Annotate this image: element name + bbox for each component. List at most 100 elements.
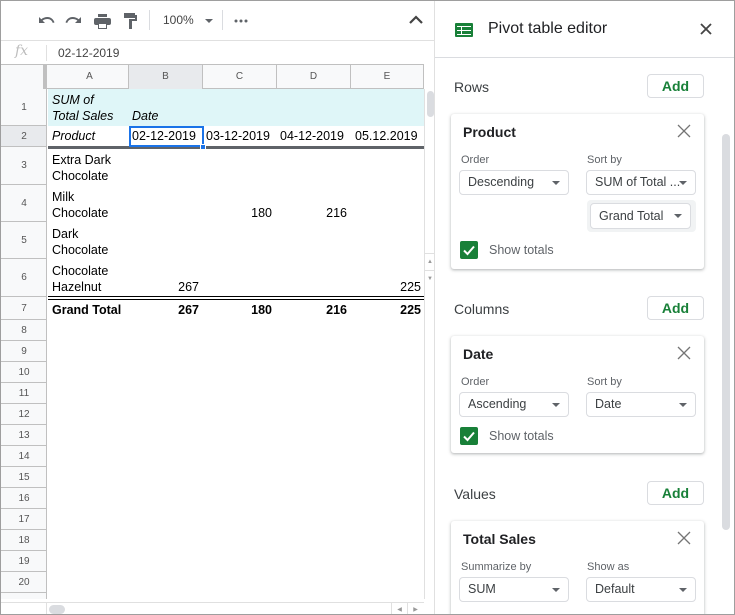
window: 100% fx A B C D E 1 2 3 4 (0, 0, 735, 615)
print-icon (93, 13, 111, 29)
row-header[interactable]: 2 (1, 126, 46, 147)
row-header[interactable]: 13 (1, 425, 46, 446)
scroll-right-arrow-icon[interactable]: ▶ (407, 603, 423, 614)
cell-b7[interactable]: 267 (132, 302, 199, 318)
cell-e6[interactable]: 225 (355, 279, 421, 295)
cell-a2[interactable]: Product (52, 128, 95, 144)
row-header[interactable]: 9 (1, 341, 46, 362)
summarize-value: SUM (468, 582, 496, 596)
order-label: Order (461, 154, 490, 166)
grid-vertical-scrollbar[interactable]: ▲ ▼ (424, 89, 435, 599)
cell-a3[interactable]: Extra Dark Chocolate (52, 152, 111, 184)
cell-b1[interactable]: Date (132, 108, 158, 124)
collapse-toolbar-button[interactable] (409, 11, 425, 27)
column-show-totals-checkbox[interactable] (460, 427, 478, 445)
cell-d7[interactable]: 216 (280, 302, 347, 318)
print-button[interactable] (91, 10, 113, 32)
cell-d4[interactable]: 216 (280, 205, 347, 221)
panel-scrollbar-thumb[interactable] (722, 134, 730, 530)
undo-button[interactable] (35, 10, 57, 32)
row-sortby-value: SUM of Total ... (595, 175, 681, 189)
summarize-label: Summarize by (461, 561, 532, 573)
close-icon (677, 346, 691, 360)
add-value-button[interactable]: Add (647, 481, 704, 505)
formula-input[interactable] (58, 45, 424, 61)
row-subsort-select[interactable]: Grand Total (590, 203, 691, 229)
close-panel-button[interactable] (699, 22, 715, 38)
row-header[interactable]: 15 (1, 467, 46, 488)
column-header-b[interactable]: B (129, 65, 203, 89)
chevron-down-icon[interactable] (205, 19, 213, 23)
cell-e7[interactable]: 225 (355, 302, 421, 318)
row-header[interactable]: 19 (1, 551, 46, 572)
remove-row-field-button[interactable] (676, 123, 692, 139)
redo-button[interactable] (63, 10, 85, 32)
cell-a1[interactable]: SUM of Total Sales (52, 92, 113, 124)
paint-format-button[interactable] (119, 10, 141, 32)
row-header[interactable]: 6 (1, 259, 46, 297)
value-field-title: Total Sales (463, 531, 536, 547)
row-header[interactable]: 1 (1, 89, 46, 126)
row-header[interactable]: 14 (1, 446, 46, 467)
column-sortby-select[interactable]: Date (586, 392, 696, 417)
row-order-select[interactable]: Descending (459, 170, 569, 195)
cell-c4[interactable]: 180 (206, 205, 272, 221)
cell-a6[interactable]: Chocolate Hazelnut (52, 263, 108, 295)
add-row-button[interactable]: Add (647, 74, 704, 98)
row-header[interactable]: 4 (1, 185, 46, 222)
cell-d2[interactable]: 04-12-2019 (280, 128, 344, 144)
column-field-card: Date Order Ascending Sort by Date Show t… (451, 336, 704, 453)
column-order-select[interactable]: Ascending (459, 392, 569, 417)
cell-a7[interactable]: Grand Total (52, 302, 121, 318)
zoom-select[interactable]: 100% (163, 13, 194, 27)
sub-sort-container: Grand Total (587, 200, 696, 232)
cell-a4[interactable]: Milk Chocolate (52, 189, 108, 221)
grid-horizontal-scroll-thumb[interactable] (49, 605, 65, 614)
scroll-left-arrow-icon[interactable]: ◀ (391, 603, 407, 614)
fill-handle[interactable] (200, 144, 206, 150)
row-header[interactable]: 11 (1, 383, 46, 404)
row-show-totals-checkbox[interactable] (460, 241, 478, 259)
sortby-label: Sort by (587, 376, 622, 388)
pivot-table-grid[interactable]: SUM of Total Sales Date Product 02-12-20… (48, 89, 424, 599)
row-header[interactable]: 10 (1, 362, 46, 383)
row-header[interactable]: 12 (1, 404, 46, 425)
spreadsheet-area: 100% fx A B C D E 1 2 3 4 (1, 1, 435, 614)
add-column-button[interactable]: Add (647, 296, 704, 320)
row-header[interactable]: 18 (1, 530, 46, 551)
column-field-title: Date (463, 346, 494, 362)
row-header[interactable]: 8 (1, 320, 46, 341)
close-icon (700, 23, 712, 35)
paint-format-icon (123, 13, 137, 29)
row-show-totals-label: Show totals (489, 243, 554, 257)
row-header[interactable]: 21 (1, 593, 46, 599)
cell-b6[interactable]: 267 (132, 279, 199, 295)
remove-value-field-button[interactable] (676, 530, 692, 546)
summarize-select[interactable]: SUM (459, 577, 569, 602)
column-header-c[interactable]: C (203, 65, 277, 89)
cell-a5[interactable]: Dark Chocolate (52, 226, 108, 258)
column-header-e[interactable]: E (351, 65, 424, 89)
formula-divider (46, 45, 47, 61)
row-header[interactable]: 20 (1, 572, 46, 593)
row-header[interactable]: 17 (1, 509, 46, 530)
showas-select[interactable]: Default (586, 577, 696, 602)
row-header[interactable]: 7 (1, 297, 46, 320)
remove-column-field-button[interactable] (676, 345, 692, 361)
row-header[interactable]: 5 (1, 222, 46, 259)
column-header-d[interactable]: D (277, 65, 351, 89)
cell-selection (129, 126, 204, 147)
row-header[interactable]: 3 (1, 147, 46, 185)
column-header-a[interactable]: A (51, 65, 129, 89)
select-all-corner[interactable] (1, 65, 47, 89)
row-sortby-select[interactable]: SUM of Total ... (586, 170, 696, 195)
value-field-card: Total Sales Summarize by SUM Show as Def… (451, 521, 704, 614)
cell-e2[interactable]: 05.12.2019 (355, 128, 418, 144)
grid-vertical-scroll-thumb[interactable] (427, 91, 434, 117)
cell-c7[interactable]: 180 (206, 302, 272, 318)
more-button[interactable] (230, 10, 252, 32)
row-header[interactable]: 16 (1, 488, 46, 509)
cell-c2[interactable]: 03-12-2019 (206, 128, 270, 144)
header-divider (48, 146, 424, 149)
grid-horizontal-scrollbar[interactable]: ◀ ▶ (1, 602, 424, 614)
